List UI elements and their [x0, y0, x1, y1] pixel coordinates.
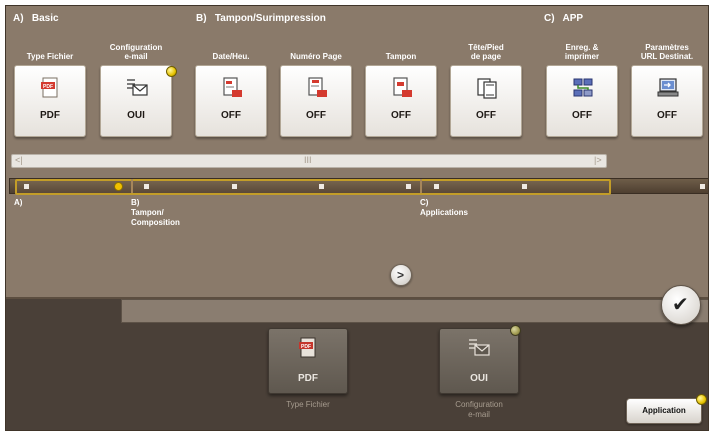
file-type-button[interactable]: PDF PDF — [14, 65, 86, 137]
checkmark-icon: ✔ — [672, 294, 689, 316]
inset-bar — [121, 299, 708, 323]
scan-settings-panel: A) Basic B) Tampon/Surimpression C) APP … — [5, 5, 709, 431]
tile-value: OFF — [476, 110, 496, 121]
save-print-button[interactable]: OFF — [546, 65, 618, 137]
svg-text:PDF: PDF — [43, 84, 53, 90]
ok-button[interactable]: ✔ — [661, 285, 701, 325]
tile-header-footer: Tête/Pied de page OFF — [447, 35, 525, 139]
selected-value: PDF — [298, 373, 318, 384]
selected-file-type-tile[interactable]: PDF PDF — [268, 328, 348, 394]
next-page-button[interactable]: > — [390, 264, 412, 286]
save-print-icon — [573, 78, 593, 97]
scroll-thumb-grip[interactable]: III — [304, 155, 312, 165]
tile-save-print: Enreg. & imprimer OFF — [543, 35, 621, 139]
nav-marker — [144, 184, 149, 189]
email-config-button[interactable]: OUI — [100, 65, 172, 137]
notification-dot — [696, 394, 707, 405]
nav-label-stamp-composition[interactable]: B) Tampon/ Composition — [131, 198, 180, 228]
nav-marker — [406, 184, 411, 189]
selected-caption: Type Fichier — [286, 400, 330, 409]
nav-marker — [24, 184, 29, 189]
tile-title: Tampon — [385, 52, 417, 61]
scroll-left-arrow-icon[interactable]: <| — [15, 155, 23, 165]
email-config-icon — [469, 339, 490, 356]
application-button[interactable]: Application — [626, 398, 702, 424]
tile-page-number: Numéro Page OFF — [277, 35, 355, 139]
email-config-icon — [127, 79, 148, 96]
section-app-label: C) APP — [544, 13, 584, 24]
tile-title: Numéro Page — [290, 52, 342, 61]
header-footer-icon — [477, 78, 497, 99]
svg-text:PDF: PDF — [301, 344, 311, 350]
horizontal-scrollbar[interactable]: <| III |> — [11, 154, 607, 168]
tile-value: PDF — [40, 110, 60, 121]
nav-separator — [131, 179, 133, 193]
stamp-button[interactable]: OFF — [365, 65, 437, 137]
page-number-button[interactable]: OFF — [280, 65, 352, 137]
tile-value: OFF — [391, 110, 411, 121]
tile-file-type: Type Fichier PDF PDF — [11, 35, 89, 139]
nav-marker — [319, 184, 324, 189]
nav-marker — [434, 184, 439, 189]
category-navigation-strip[interactable] — [9, 178, 708, 195]
nav-label-basic[interactable]: A) — [14, 198, 22, 208]
section-stamp-label: B) Tampon/Surimpression — [196, 13, 326, 24]
nav-marker — [700, 184, 705, 189]
tile-title: Configuration e-mail — [109, 43, 163, 61]
tile-value: OFF — [657, 110, 677, 121]
stamp-icon — [393, 77, 412, 97]
notification-dot — [114, 182, 123, 191]
nav-marker — [232, 184, 237, 189]
url-destination-icon — [657, 78, 679, 97]
chevron-right-icon: > — [397, 268, 405, 282]
page-number-icon — [308, 77, 327, 97]
tile-title: Date/Heu. — [212, 52, 250, 61]
selected-caption: Configuration e-mail — [455, 400, 503, 419]
nav-separator — [420, 179, 422, 193]
tile-title: Type Fichier — [26, 52, 74, 61]
tile-url-destination: Paramètres URL Destinat. OFF — [628, 35, 706, 139]
tile-stamp: Tampon OFF — [362, 35, 440, 139]
pdf-file-icon: PDF — [299, 337, 316, 358]
tile-date-time: Date/Heu. OFF — [192, 35, 270, 139]
nav-marker — [522, 184, 527, 189]
pdf-file-icon: PDF — [41, 77, 58, 98]
tile-title: Paramètres URL Destinat. — [640, 43, 694, 61]
nav-label-applications[interactable]: C) Applications — [420, 198, 468, 218]
selected-email-config-tile[interactable]: OUI — [439, 325, 521, 394]
selected-value: OUI — [470, 373, 488, 384]
date-time-button[interactable]: OFF — [195, 65, 267, 137]
notification-dot — [510, 325, 521, 336]
tile-title: Enreg. & imprimer — [564, 43, 600, 61]
scroll-right-arrow-icon[interactable]: |> — [594, 155, 602, 165]
section-basic-label: A) Basic — [13, 13, 59, 24]
tile-email-config: Configuration e-mail OUI — [97, 35, 177, 139]
tile-title: Tête/Pied de page — [468, 43, 504, 61]
tile-value: OFF — [572, 110, 592, 121]
date-stamp-icon — [223, 77, 242, 97]
url-destination-button[interactable]: OFF — [631, 65, 703, 137]
tile-value: OFF — [306, 110, 326, 121]
notification-dot — [166, 66, 177, 77]
header-footer-button[interactable]: OFF — [450, 65, 522, 137]
tile-value: OFF — [221, 110, 241, 121]
tile-value: OUI — [127, 110, 145, 121]
